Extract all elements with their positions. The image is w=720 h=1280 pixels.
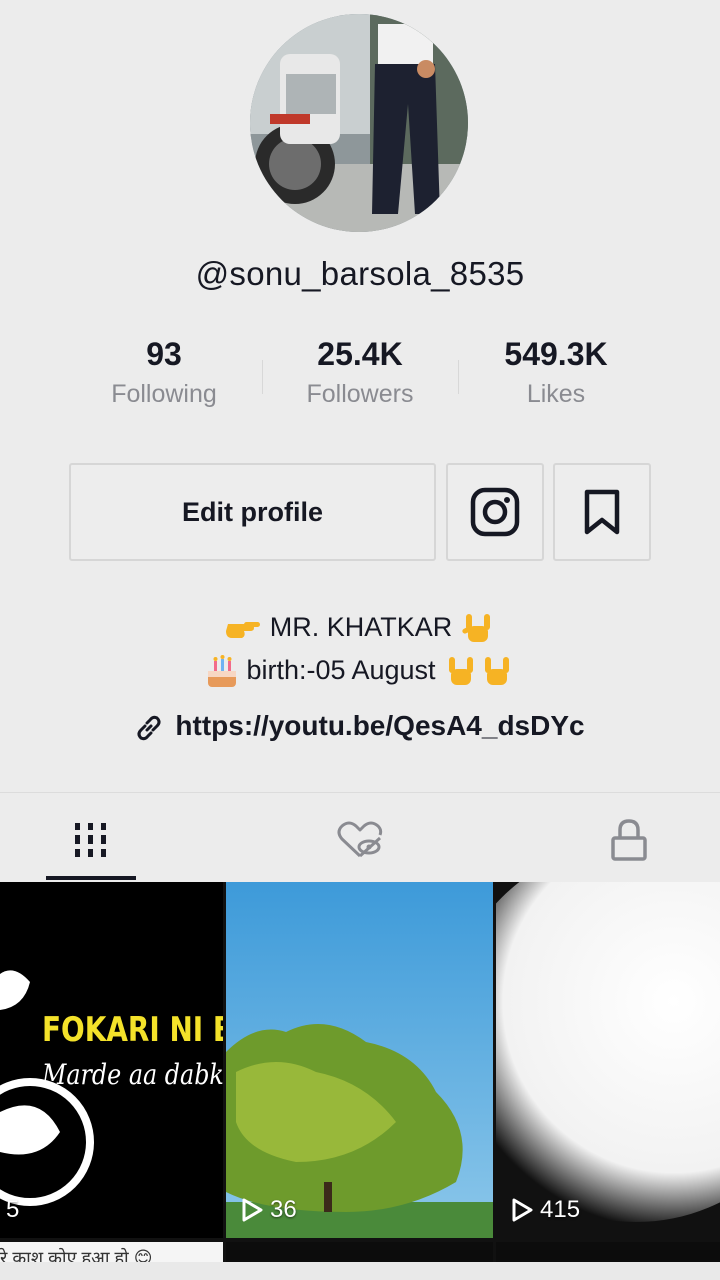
instagram-button[interactable] bbox=[446, 463, 544, 561]
video-thumbnail[interactable]: 36 bbox=[226, 882, 493, 1238]
username: @sonu_barsola_8535 bbox=[195, 255, 525, 292]
view-count-value: 415 bbox=[540, 1196, 581, 1223]
followers-label: Followers bbox=[306, 380, 414, 408]
view-count-value: 5 bbox=[6, 1196, 20, 1223]
video-thumbnail[interactable]: 415 bbox=[496, 882, 720, 1238]
bio-line-1: MR. KHATKAR bbox=[0, 612, 720, 646]
instagram-icon bbox=[470, 487, 520, 537]
following-count: 93 bbox=[146, 336, 182, 372]
thumbnail-artwork bbox=[226, 882, 493, 1238]
bottom-edge bbox=[0, 1262, 720, 1280]
rock-hand-icon bbox=[462, 614, 490, 642]
stat-followers[interactable]: 25.4K Followers bbox=[260, 330, 460, 409]
likes-count: 549.3K bbox=[504, 336, 608, 372]
likes-label: Likes bbox=[526, 380, 586, 408]
followers-count: 25.4K bbox=[317, 336, 403, 372]
bio-link-text: https://youtu.be/QesA4_dsDYc bbox=[175, 710, 585, 741]
thumbnail-artwork bbox=[496, 882, 720, 1238]
videos-grid-icon bbox=[75, 823, 106, 857]
profile-stats: 93 Following 25.4K Followers 549.3K Like… bbox=[0, 330, 720, 430]
video-overlay-subtitle: Marde aa dabke bbox=[42, 1058, 223, 1091]
profile-avatar[interactable] bbox=[250, 14, 468, 232]
tabs-divider bbox=[0, 792, 720, 793]
profile-page: @sonu_barsola_8535 93 Following 25.4K Fo… bbox=[0, 0, 720, 1280]
play-icon bbox=[512, 1198, 533, 1222]
view-count: 36 bbox=[240, 1196, 297, 1224]
tab-videos[interactable] bbox=[46, 800, 136, 880]
edit-profile-button[interactable]: Edit profile bbox=[69, 463, 436, 561]
rock-hand-icon bbox=[485, 657, 510, 685]
bio-title: MR. KHATKAR bbox=[269, 612, 453, 643]
tab-private-videos[interactable] bbox=[584, 800, 674, 880]
rock-hand-icon bbox=[449, 657, 474, 685]
pointing-hand-icon bbox=[226, 622, 261, 638]
bio-birthday: birth:-05 August bbox=[246, 655, 436, 686]
video-overlay-title: FOKARI NI BA bbox=[42, 1010, 223, 1050]
tab-liked-videos[interactable] bbox=[315, 800, 405, 880]
stat-likes[interactable]: 549.3K Likes bbox=[456, 330, 656, 409]
video-thumbnail[interactable]: FOKARI NI BA Marde aa dabke 5 bbox=[0, 882, 223, 1238]
liked-hidden-icon bbox=[337, 821, 383, 858]
favorites-button[interactable] bbox=[553, 463, 651, 561]
view-count: 415 bbox=[510, 1196, 580, 1224]
bio-line-2: birth:-05 August bbox=[0, 655, 720, 689]
bookmark-icon bbox=[584, 489, 620, 535]
video-grid: FOKARI NI BA Marde aa dabke 5 bbox=[0, 882, 720, 1280]
birthday-cake-icon bbox=[207, 655, 236, 687]
link-icon bbox=[137, 715, 161, 740]
bio-link[interactable]: https://youtu.be/QesA4_dsDYc bbox=[0, 710, 720, 742]
view-count: 5 bbox=[6, 1196, 19, 1224]
play-icon bbox=[242, 1198, 263, 1222]
view-count-value: 36 bbox=[270, 1196, 297, 1223]
following-label: Following bbox=[111, 380, 217, 408]
active-tab-indicator bbox=[46, 876, 136, 880]
stat-following[interactable]: 93 Following bbox=[64, 330, 264, 409]
lock-icon bbox=[611, 819, 647, 861]
